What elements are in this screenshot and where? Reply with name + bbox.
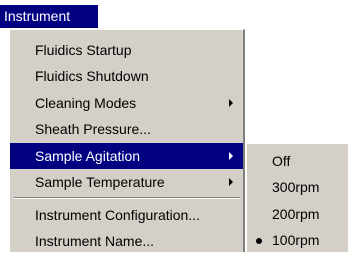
submenu-arrow-icon bbox=[229, 152, 233, 160]
menu-item-cleaning-modes[interactable]: Cleaning Modes bbox=[10, 90, 243, 116]
menu-item-instrument-name[interactable]: Instrument Name... bbox=[10, 228, 243, 254]
submenu-arrow-icon bbox=[229, 99, 233, 107]
submenu-item-100rpm[interactable]: 100rpm bbox=[247, 227, 348, 253]
menu-title-instrument[interactable]: Instrument bbox=[0, 5, 98, 28]
submenu-item-200rpm[interactable]: 200rpm bbox=[247, 201, 348, 227]
submenu-item-label: 200rpm bbox=[272, 206, 320, 222]
sample-agitation-submenu: Off 300rpm 200rpm 100rpm bbox=[246, 143, 348, 252]
menu-item-sample-agitation[interactable]: Sample Agitation bbox=[10, 143, 243, 169]
submenu-item-300rpm[interactable]: 300rpm bbox=[247, 174, 348, 200]
menu-item-label: Sample Temperature bbox=[35, 174, 165, 190]
radio-bullet-icon bbox=[256, 238, 262, 244]
menu-item-sample-temperature[interactable]: Sample Temperature bbox=[10, 169, 243, 195]
submenu-arrow-icon bbox=[229, 178, 233, 186]
submenu-item-label: Off bbox=[272, 153, 291, 169]
menu-separator-highlight bbox=[14, 198, 240, 199]
menu-item-label: Instrument Name... bbox=[35, 233, 155, 249]
submenu-item-label: 100rpm bbox=[272, 232, 320, 248]
menu-item-label: Sample Agitation bbox=[35, 148, 141, 164]
menu-item-fluidics-shutdown[interactable]: Fluidics Shutdown bbox=[10, 63, 243, 89]
menu-item-label: Fluidics Shutdown bbox=[35, 68, 149, 84]
submenu-item-label: 300rpm bbox=[272, 179, 320, 195]
menu-item-sheath-pressure[interactable]: Sheath Pressure... bbox=[10, 116, 243, 142]
instrument-menu: Fluidics Startup Fluidics Shutdown Clean… bbox=[9, 29, 245, 252]
menu-item-label: Sheath Pressure... bbox=[35, 121, 151, 137]
submenu-item-off[interactable]: Off bbox=[247, 148, 348, 174]
menu-item-label: Instrument Configuration... bbox=[35, 207, 200, 223]
menu-item-label: Cleaning Modes bbox=[35, 95, 137, 111]
menu-item-instrument-configuration[interactable]: Instrument Configuration... bbox=[10, 202, 243, 228]
menu-item-fluidics-startup[interactable]: Fluidics Startup bbox=[10, 37, 243, 63]
menu-item-label: Fluidics Startup bbox=[35, 42, 132, 58]
